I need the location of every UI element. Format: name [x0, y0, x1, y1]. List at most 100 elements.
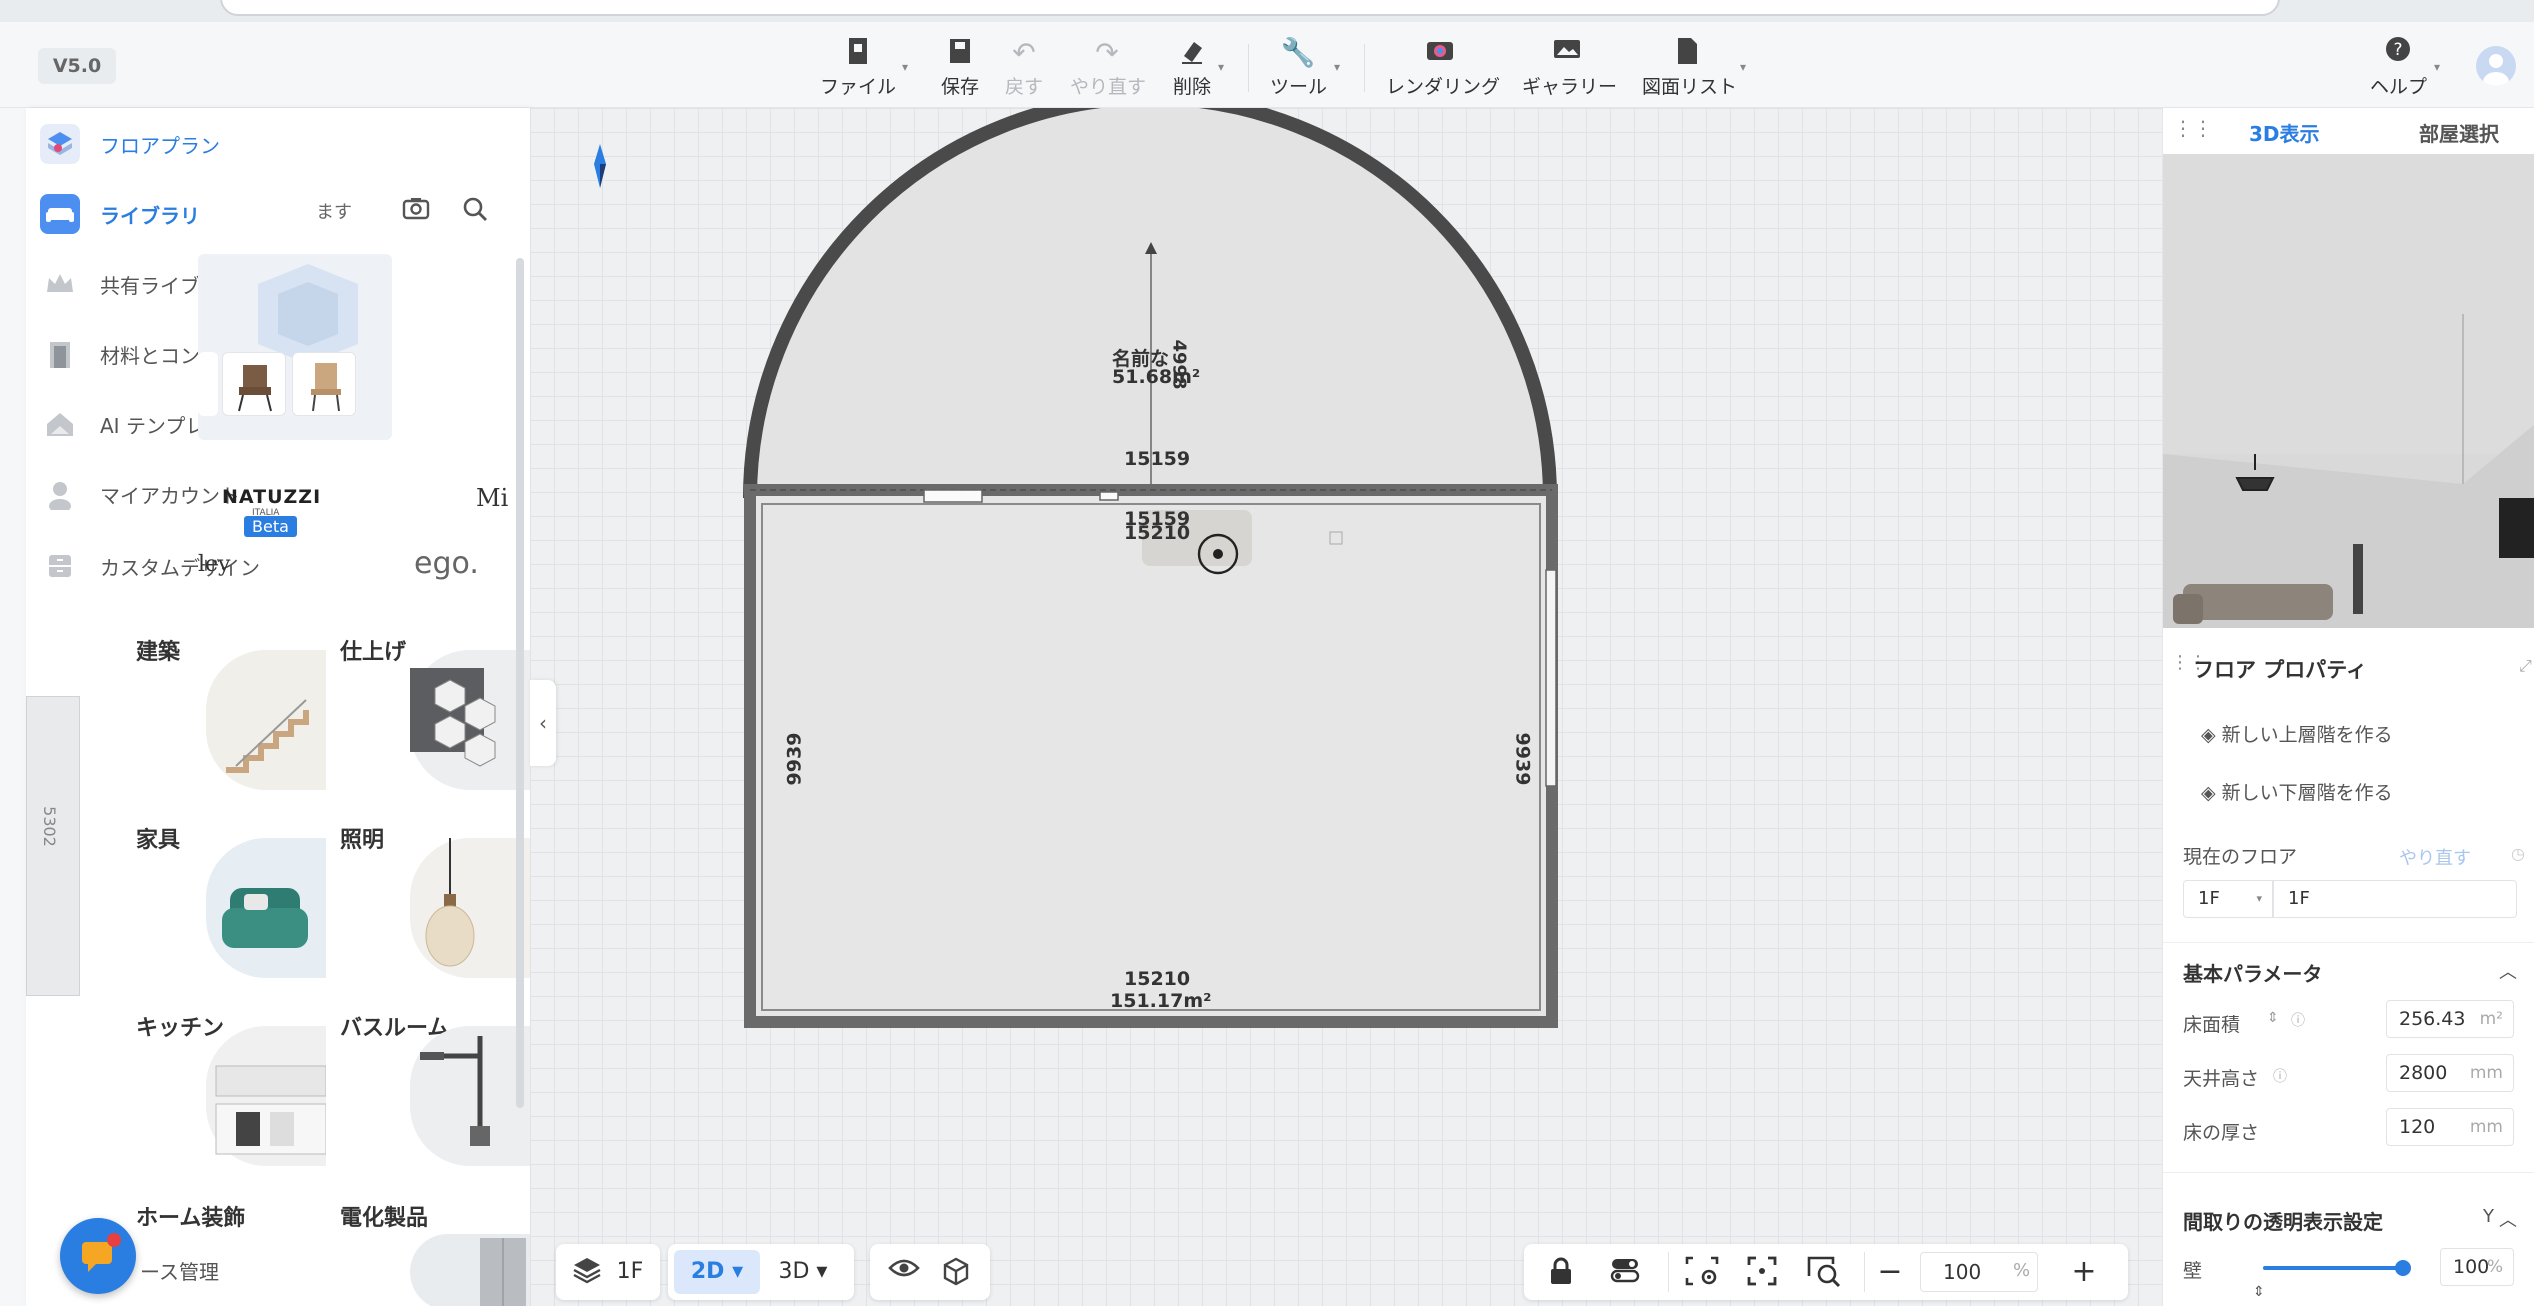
avatar[interactable]	[2476, 46, 2516, 86]
mode-3d-button[interactable]: 3D ▾	[768, 1256, 838, 1288]
lock-icon[interactable]	[1544, 1256, 1578, 1288]
category-furniture[interactable]: 家具	[136, 822, 326, 982]
sidebar-scrollbar[interactable]	[516, 258, 524, 1108]
render-button[interactable]: レンダリング	[1386, 36, 1500, 98]
top-room-height-dim: 4998	[1168, 339, 1190, 390]
cube-icon[interactable]	[936, 1256, 976, 1288]
clock-icon: ◷	[2511, 844, 2525, 863]
floor-area-input[interactable]: 256.43 m²	[2386, 1000, 2514, 1038]
brand-natuzzi-sub: ITALIA	[252, 508, 280, 518]
help-caret-icon[interactable]: ▾	[2434, 60, 2440, 74]
category-architecture[interactable]: 建築	[136, 634, 326, 794]
nav-floorplan[interactable]: フロアプラン	[40, 122, 220, 166]
nav-library[interactable]: ライブラリ	[40, 192, 200, 236]
undo-button[interactable]: ↶ 戻す	[1004, 36, 1044, 98]
save-button[interactable]: 保存	[934, 36, 986, 98]
help-button[interactable]: ? ヘルプ	[2370, 36, 2427, 98]
compass-icon[interactable]	[594, 144, 606, 188]
fit-view-icon[interactable]	[1744, 1256, 1780, 1288]
brand-ego[interactable]: ego.	[414, 546, 479, 581]
file-button[interactable]: ファイル	[820, 36, 896, 98]
category-kitchen[interactable]: キッチン	[136, 1010, 327, 1170]
layer-down-icon: ◈	[2201, 782, 2216, 804]
info-icon[interactable]: ⓘ	[2291, 1010, 2305, 1030]
delete-button[interactable]: 削除	[1170, 36, 1214, 98]
gallery-button[interactable]: ギャラリー	[1522, 36, 1617, 98]
search-icon[interactable]	[462, 196, 488, 226]
tab-3d-view[interactable]: 3D表示	[2249, 118, 2320, 147]
collapse-section-icon[interactable]: ︿	[2499, 958, 2517, 984]
floor-thickness-input[interactable]: 120 mm	[2386, 1108, 2514, 1146]
new-lower-floor-button[interactable]: ◈ 新しい下層階を作る	[2201, 778, 2393, 805]
view-settings-icon[interactable]	[1682, 1256, 1722, 1288]
bottom-room-name[interactable]: 15210	[1124, 968, 1190, 990]
brand-mi[interactable]: Mi	[476, 484, 508, 512]
zoom-out-button[interactable]: −	[1870, 1256, 1910, 1288]
zoom-input[interactable]: 100 %	[1920, 1252, 2038, 1292]
section-divider	[2163, 942, 2534, 943]
section-divider	[2163, 1172, 2534, 1173]
eye-icon[interactable]	[884, 1256, 924, 1288]
side-ruler: 5302	[26, 696, 80, 996]
beta-badge: Beta	[244, 516, 297, 537]
tools-caret-icon[interactable]: ▾	[1334, 60, 1340, 74]
floor-select[interactable]: 1F ▾	[2183, 880, 2273, 918]
nav-my-account[interactable]: マイアカウント	[40, 472, 240, 516]
mode-2d-button[interactable]: 2D ▾	[674, 1250, 760, 1294]
brand-ley[interactable]: ley	[198, 552, 230, 577]
3d-preview[interactable]	[2163, 154, 2534, 628]
space-management-label[interactable]: ース管理	[140, 1256, 219, 1285]
floorplan-canvas[interactable]: 名前な 51.68m² 4998 15159 15159 15210 9939 …	[530, 108, 2162, 1306]
zoom-region-icon[interactable]	[1804, 1256, 1844, 1288]
category-lighting[interactable]: 照明	[340, 822, 530, 982]
category-appliances[interactable]: 電化製品	[340, 1200, 530, 1306]
redo-button[interactable]: ↷ やり直す	[1070, 36, 1146, 98]
drag-handle-icon[interactable]: ⋮⋮	[2173, 116, 2213, 140]
transparency-shortcut: Y	[2483, 1206, 2494, 1227]
category-bathroom[interactable]: バスルーム	[340, 1010, 530, 1170]
svg-text:?: ?	[2393, 40, 2402, 60]
zoom-in-button[interactable]: +	[2064, 1256, 2104, 1288]
drawing-list-caret-icon[interactable]: ▾	[1740, 60, 1746, 74]
chair-thumbnail[interactable]	[222, 352, 286, 416]
library-search-hint: ます	[316, 202, 352, 223]
ceiling-height-input[interactable]: 2800 mm	[2386, 1054, 2514, 1092]
slider-scroll-icon[interactable]: ⇕	[2253, 1284, 2265, 1300]
dim-left: 9939	[783, 732, 806, 786]
floor-name-input[interactable]: 1F	[2273, 880, 2517, 918]
current-floor-label: 現在のフロア	[2183, 846, 2298, 868]
delete-caret-icon[interactable]: ▾	[1218, 60, 1224, 74]
stairs-image	[206, 650, 326, 790]
cabinet-icon	[40, 546, 80, 586]
drawing-list-button[interactable]: 図面リスト	[1642, 36, 1737, 98]
brand-natuzzi[interactable]: NATUZZI	[222, 486, 321, 508]
collapse-section-icon[interactable]: ︿	[2499, 1206, 2517, 1232]
category-finishes[interactable]: 仕上げ	[340, 634, 530, 794]
expand-icon[interactable]: ⤢	[2519, 656, 2532, 676]
new-upper-floor-button[interactable]: ◈ 新しい上層階を作る	[2201, 720, 2393, 747]
chair-thumbnail[interactable]	[198, 352, 218, 416]
category-home-decor[interactable]: ホーム装飾	[136, 1200, 326, 1306]
kitchen-image	[206, 1026, 327, 1166]
slider-knob[interactable]	[2395, 1260, 2411, 1276]
sort-icon[interactable]: ⇕	[2267, 1010, 2279, 1026]
info-icon[interactable]: ⓘ	[2273, 1066, 2287, 1086]
camera-search-icon[interactable]	[402, 196, 430, 226]
tab-room-select[interactable]: 部屋選択	[2419, 118, 2499, 147]
wall-transparency-slider[interactable]	[2263, 1260, 2411, 1276]
version-badge: V5.0	[38, 48, 116, 84]
chair-thumbnail[interactable]	[292, 352, 356, 416]
house-icon	[40, 404, 80, 444]
tools-button[interactable]: 🔧 ツール	[1270, 36, 1327, 98]
wall-transparency-input[interactable]: 100 %	[2440, 1248, 2514, 1286]
collapse-sidebar-button[interactable]: ‹	[530, 680, 556, 766]
fridge-image	[410, 1234, 530, 1306]
file-caret-icon[interactable]: ▾	[902, 60, 908, 74]
floor-switcher[interactable]: 1F	[556, 1244, 660, 1300]
basic-params-title: 基本パラメータ	[2183, 962, 2323, 986]
chat-button[interactable]	[60, 1218, 136, 1294]
armchair-image	[206, 838, 326, 978]
toggle-icon[interactable]	[1608, 1256, 1642, 1288]
transparency-title: 間取りの透明表示設定	[2183, 1210, 2383, 1234]
toolbar-divider	[1364, 44, 1365, 92]
